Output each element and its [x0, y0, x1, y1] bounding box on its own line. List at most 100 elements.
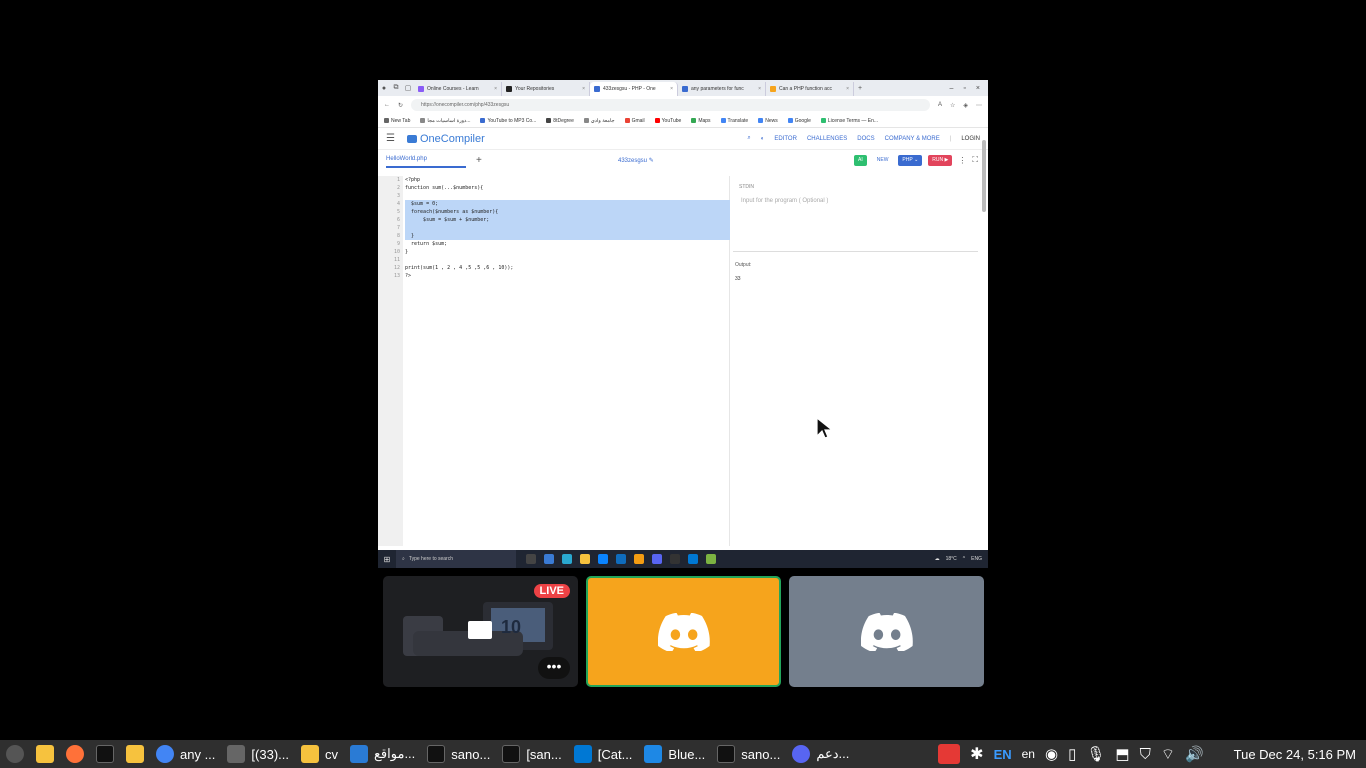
code-id[interactable]: 433zesgsu ✎: [618, 157, 654, 164]
fullscreen-icon[interactable]: ⛶: [972, 155, 978, 165]
new-button[interactable]: NEW: [873, 155, 893, 166]
bookmark[interactable]: 8tDegree: [546, 118, 574, 124]
browser-tab-active[interactable]: 433zesgsu - PHP - One ×: [590, 82, 678, 96]
read-aloud-icon[interactable]: A: [938, 102, 942, 108]
bookmark[interactable]: Gmail: [624, 118, 645, 124]
browser-tab[interactable]: Can a PHP function acc ×: [766, 82, 854, 96]
browser-tab[interactable]: Online Courses - Learn ×: [414, 82, 502, 96]
taskbar-item[interactable]: any ...: [150, 740, 221, 768]
taskbar-item[interactable]: sano...: [421, 740, 496, 768]
taskbar-item[interactable]: Blue...: [638, 740, 711, 768]
close-tab-icon[interactable]: ×: [582, 86, 585, 92]
code-line[interactable]: 9 return $sum;: [378, 240, 730, 248]
tab-actions-icon[interactable]: ▢: [402, 84, 414, 92]
theme-toggle-icon[interactable]: ◐: [761, 136, 765, 142]
windows-search-box[interactable]: ⌕ Type here to search: [396, 550, 516, 568]
discord-icon[interactable]: [652, 554, 662, 564]
profile-icon[interactable]: ●: [378, 85, 390, 92]
taskbar-item-files[interactable]: [30, 740, 60, 768]
keyboard-layout-indicator[interactable]: EN: [994, 747, 1012, 762]
bookmark[interactable]: License Terms — En...: [820, 118, 878, 124]
reload-icon[interactable]: ↻: [398, 102, 403, 109]
maximize-icon[interactable]: ▫: [963, 85, 965, 92]
nav-challenges[interactable]: CHALLENGES: [807, 136, 847, 142]
tray-chevron-icon[interactable]: ^: [963, 556, 965, 562]
url-field[interactable]: https://onecompiler.com/php/433zesgsu: [411, 99, 930, 111]
bookmark[interactable]: Maps: [691, 118, 711, 124]
store-icon[interactable]: [598, 554, 608, 564]
new-tab-icon[interactable]: +: [854, 85, 866, 92]
edge-icon[interactable]: [562, 554, 572, 564]
shared-screen-window[interactable]: ● ⧉ ▢ Online Courses - Learn × Your Repos…: [378, 80, 988, 568]
nav-login[interactable]: LOGIN: [961, 136, 980, 142]
close-tab-icon[interactable]: ×: [494, 86, 497, 92]
bookmark[interactable]: دورة اساسيات مجا...: [420, 118, 470, 124]
bookmark[interactable]: YouTube: [654, 118, 681, 124]
clipboard-icon[interactable]: ▯: [1068, 745, 1076, 763]
windows-start-icon[interactable]: ⊞: [378, 555, 396, 564]
search-icon[interactable]: ⌕: [747, 135, 750, 142]
taskbar-item[interactable]: cv: [295, 740, 344, 768]
code-line[interactable]: 10}: [378, 248, 730, 256]
minimize-icon[interactable]: –: [950, 85, 954, 92]
taskbar-item-firefox[interactable]: [60, 740, 90, 768]
nav-editor[interactable]: EDITOR: [774, 136, 797, 142]
code-line[interactable]: 7: [378, 224, 730, 232]
browser-tab[interactable]: any parameters for func ×: [678, 82, 766, 96]
copilot-icon[interactable]: [544, 554, 554, 564]
taskbar-item-menu[interactable]: [0, 740, 30, 768]
weather-icon[interactable]: ☁: [935, 556, 940, 562]
settings-icon[interactable]: ⋯: [976, 102, 982, 109]
favorite-icon[interactable]: ☆: [950, 102, 955, 109]
close-icon[interactable]: ×: [976, 85, 980, 92]
stdin-panel[interactable]: STDIN Input for the program ( Optional ): [733, 180, 978, 252]
volume-icon[interactable]: 🔊: [1185, 745, 1204, 763]
vscode-icon[interactable]: [688, 554, 698, 564]
code-line[interactable]: 12 print(sum(1 , 2 , 4 ,5 ,5 ,6 , 10));: [378, 264, 730, 272]
code-line[interactable]: 4 $sum = 0;: [378, 200, 730, 208]
nav-docs[interactable]: DOCS: [857, 136, 874, 142]
bookmark[interactable]: جامعة وادي: [583, 118, 615, 124]
code-line[interactable]: 5 foreach($numbers as $number){: [378, 208, 730, 216]
taskbar-item-terminal[interactable]: [90, 740, 120, 768]
code-line[interactable]: 8 }: [378, 232, 730, 240]
explorer-icon[interactable]: [580, 554, 590, 564]
code-line[interactable]: 3: [378, 192, 730, 200]
close-tab-icon[interactable]: ×: [846, 86, 849, 92]
code-line[interactable]: 2 function sum(...$numbers){: [378, 184, 730, 192]
code-line[interactable]: 1 <?php: [378, 176, 730, 184]
participant-tile-stream[interactable]: 10 LIVE •••: [383, 576, 578, 687]
microphone-icon[interactable]: 🎙: [1086, 745, 1105, 763]
language-select[interactable]: PHP ⌄: [898, 154, 923, 166]
bluetooth-icon[interactable]: ✱: [970, 744, 983, 764]
bookmark[interactable]: News: [758, 118, 778, 124]
close-tab-icon[interactable]: ×: [758, 86, 761, 92]
code-line[interactable]: 6 $sum = $sum + $number;: [378, 216, 730, 224]
close-tab-icon[interactable]: ×: [670, 86, 673, 92]
input-language[interactable]: en: [1022, 747, 1035, 761]
edit-icon[interactable]: ✎: [649, 158, 654, 164]
anydesk-icon[interactable]: [938, 744, 961, 764]
shield-icon[interactable]: ⛉: [1140, 746, 1151, 763]
chrome-icon[interactable]: [634, 554, 644, 564]
scrollbar[interactable]: [982, 140, 986, 212]
file-tab[interactable]: HelloWorld.php: [386, 152, 466, 168]
taskbar-item[interactable]: [Cat...: [568, 740, 639, 768]
wifi-icon[interactable]: ⌔: [1161, 745, 1175, 764]
task-view-icon[interactable]: [526, 554, 536, 564]
taskbar-item[interactable]: دعم...: [786, 740, 855, 768]
participant-tile-speaking[interactable]: [586, 576, 781, 687]
more-options-button[interactable]: •••: [538, 657, 570, 679]
terminal-icon[interactable]: [670, 554, 680, 564]
browser-tab[interactable]: Your Repositories ×: [502, 82, 590, 96]
bookmark[interactable]: Google: [787, 118, 811, 124]
bookmark[interactable]: YouTube to MP3 Co...: [480, 118, 536, 124]
taskbar-item[interactable]: [san...: [496, 740, 567, 768]
clock[interactable]: Tue Dec 24, 5:16 PM: [1234, 747, 1356, 762]
extensions-icon[interactable]: ◈: [963, 102, 968, 109]
add-file-icon[interactable]: +: [476, 155, 482, 166]
taskbar-item-folder[interactable]: [120, 740, 150, 768]
code-editor[interactable]: 1 <?php 2 function sum(...$numbers){ 3 4 $…: [378, 176, 730, 546]
app-icon[interactable]: [706, 554, 716, 564]
taskbar-item[interactable]: sano...: [711, 740, 786, 768]
